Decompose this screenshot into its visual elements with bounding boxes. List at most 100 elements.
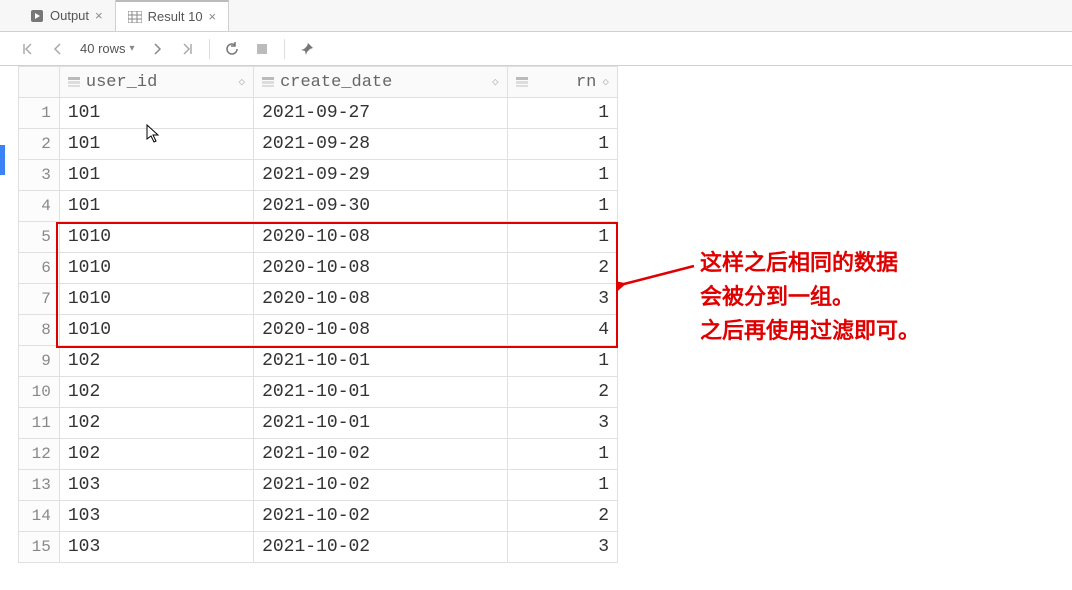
cell-rn[interactable]: 1	[507, 160, 617, 191]
cell-create-date[interactable]: 2021-10-02	[254, 439, 508, 470]
close-icon[interactable]: ×	[95, 8, 103, 23]
cell-create-date[interactable]: 2021-10-01	[254, 346, 508, 377]
table-row[interactable]: 121022021-10-021	[19, 439, 618, 470]
cell-create-date[interactable]: 2021-10-01	[254, 408, 508, 439]
tab-label: Result 10	[148, 9, 203, 24]
table-row[interactable]: 510102020-10-081	[19, 222, 618, 253]
chevron-down-icon: ▾	[130, 43, 135, 54]
cell-create-date[interactable]: 2021-10-02	[254, 501, 508, 532]
cell-user-id[interactable]: 101	[59, 160, 253, 191]
table-row[interactable]: 91022021-10-011	[19, 346, 618, 377]
cell-rn[interactable]: 2	[507, 501, 617, 532]
rownum-cell: 9	[19, 346, 60, 377]
cell-user-id[interactable]: 1010	[59, 222, 253, 253]
table-row[interactable]: 141032021-10-022	[19, 501, 618, 532]
cell-rn[interactable]: 4	[507, 315, 617, 346]
rownum-cell: 15	[19, 532, 60, 563]
next-page-button[interactable]	[147, 39, 167, 59]
annotation-arrow	[618, 252, 698, 292]
cell-rn[interactable]: 3	[507, 532, 617, 563]
rownum-cell: 11	[19, 408, 60, 439]
cell-create-date[interactable]: 2020-10-08	[254, 253, 508, 284]
cell-rn[interactable]: 1	[507, 439, 617, 470]
cell-create-date[interactable]: 2021-09-27	[254, 98, 508, 129]
table-row[interactable]: 41012021-09-301	[19, 191, 618, 222]
column-label: create_date	[280, 73, 486, 92]
prev-page-button[interactable]	[48, 39, 68, 59]
rownum-cell: 8	[19, 315, 60, 346]
rownum-cell: 13	[19, 470, 60, 501]
rownum-header[interactable]	[19, 67, 60, 98]
cell-rn[interactable]: 1	[507, 191, 617, 222]
cell-user-id[interactable]: 102	[59, 439, 253, 470]
cell-rn[interactable]: 2	[507, 253, 617, 284]
cell-user-id[interactable]: 103	[59, 501, 253, 532]
stop-button[interactable]	[252, 39, 272, 59]
cell-create-date[interactable]: 2021-09-29	[254, 160, 508, 191]
annotation-line: 这样之后相同的数据	[700, 246, 920, 280]
cell-user-id[interactable]: 1010	[59, 253, 253, 284]
table-icon	[128, 10, 142, 24]
table-row[interactable]: 810102020-10-084	[19, 315, 618, 346]
rownum-cell: 10	[19, 377, 60, 408]
rownum-cell: 12	[19, 439, 60, 470]
cell-create-date[interactable]: 2021-10-01	[254, 377, 508, 408]
first-page-button[interactable]	[18, 39, 38, 59]
rownum-cell: 6	[19, 253, 60, 284]
cell-rn[interactable]: 3	[507, 408, 617, 439]
table-row[interactable]: 101022021-10-012	[19, 377, 618, 408]
table-row[interactable]: 111022021-10-013	[19, 408, 618, 439]
cell-user-id[interactable]: 1010	[59, 315, 253, 346]
last-page-button[interactable]	[177, 39, 197, 59]
cell-rn[interactable]: 2	[507, 377, 617, 408]
cell-create-date[interactable]: 2020-10-08	[254, 284, 508, 315]
annotation-line: 会被分到一组。	[700, 280, 920, 314]
sort-icon[interactable]: ◇	[238, 75, 245, 89]
cell-rn[interactable]: 1	[507, 470, 617, 501]
sort-icon[interactable]: ◇	[602, 75, 609, 89]
table-row[interactable]: 11012021-09-271	[19, 98, 618, 129]
close-icon[interactable]: ×	[209, 9, 217, 24]
table-row[interactable]: 710102020-10-083	[19, 284, 618, 315]
table-row[interactable]: 131032021-10-021	[19, 470, 618, 501]
sort-icon[interactable]: ◇	[492, 75, 499, 89]
cell-create-date[interactable]: 2021-10-02	[254, 532, 508, 563]
cell-user-id[interactable]: 102	[59, 377, 253, 408]
cell-rn[interactable]: 1	[507, 129, 617, 160]
table-row[interactable]: 151032021-10-023	[19, 532, 618, 563]
cell-rn[interactable]: 1	[507, 346, 617, 377]
tabs-bar: Output × Result 10 ×	[0, 0, 1072, 32]
column-header-rn[interactable]: rn ◇	[507, 67, 617, 98]
pin-button[interactable]	[297, 39, 317, 59]
cell-user-id[interactable]: 102	[59, 346, 253, 377]
result-table-wrap: user_id ◇ create_date ◇ rn ◇	[18, 66, 618, 563]
cell-rn[interactable]: 1	[507, 98, 617, 129]
cell-user-id[interactable]: 101	[59, 98, 253, 129]
cell-user-id[interactable]: 103	[59, 532, 253, 563]
table-row[interactable]: 31012021-09-291	[19, 160, 618, 191]
result-table: user_id ◇ create_date ◇ rn ◇	[18, 66, 618, 563]
column-icon	[68, 76, 80, 88]
column-header-user-id[interactable]: user_id ◇	[59, 67, 253, 98]
cell-user-id[interactable]: 103	[59, 470, 253, 501]
cell-user-id[interactable]: 102	[59, 408, 253, 439]
cell-create-date[interactable]: 2021-09-30	[254, 191, 508, 222]
column-header-create-date[interactable]: create_date ◇	[254, 67, 508, 98]
cell-create-date[interactable]: 2021-09-28	[254, 129, 508, 160]
toolbar: 40 rows ▾	[0, 32, 1072, 66]
cell-create-date[interactable]: 2021-10-02	[254, 470, 508, 501]
tab-result-10[interactable]: Result 10 ×	[116, 0, 230, 31]
rows-dropdown[interactable]: 40 rows ▾	[78, 41, 137, 56]
table-row[interactable]: 610102020-10-082	[19, 253, 618, 284]
cell-create-date[interactable]: 2020-10-08	[254, 222, 508, 253]
refresh-button[interactable]	[222, 39, 242, 59]
cell-create-date[interactable]: 2020-10-08	[254, 315, 508, 346]
cell-user-id[interactable]: 101	[59, 129, 253, 160]
cell-rn[interactable]: 3	[507, 284, 617, 315]
table-row[interactable]: 21012021-09-281	[19, 129, 618, 160]
cell-rn[interactable]: 1	[507, 222, 617, 253]
tab-output[interactable]: Output ×	[18, 0, 116, 31]
cell-user-id[interactable]: 101	[59, 191, 253, 222]
column-icon	[516, 76, 528, 88]
cell-user-id[interactable]: 1010	[59, 284, 253, 315]
